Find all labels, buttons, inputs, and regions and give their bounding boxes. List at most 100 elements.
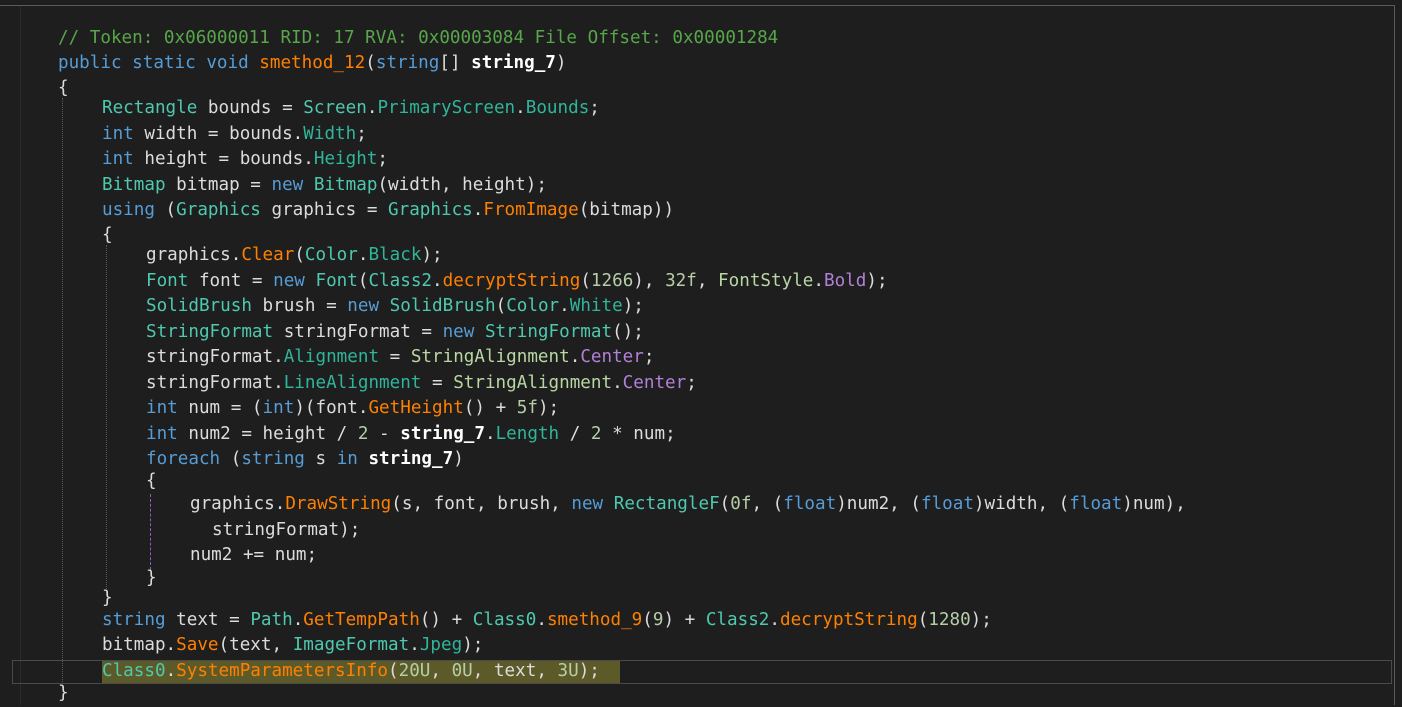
code-token: Center — [580, 347, 644, 367]
code-token: Class0 — [472, 610, 537, 630]
code-token: = — [421, 373, 454, 393]
code-token: bitmap. — [102, 635, 177, 655]
code-line[interactable]: graphics.Clear(Color.Black); — [146, 243, 443, 269]
code-token: 0f — [730, 494, 752, 514]
code-token: . — [366, 98, 378, 118]
code-line[interactable]: { — [102, 223, 113, 249]
code-token: num2 = height / — [177, 424, 358, 444]
code-token: float — [920, 494, 974, 514]
code-line[interactable]: foreach (string s in string_7) — [146, 447, 464, 473]
code-token: brush = — [251, 296, 348, 316]
gutter-line — [20, 6, 21, 705]
code-line[interactable]: stringFormat); — [212, 518, 360, 544]
code-token: 1266 — [590, 271, 634, 291]
code-token: ( — [642, 610, 653, 630]
code-token: * num; — [601, 424, 676, 444]
code-token: Length — [495, 424, 560, 444]
code-line[interactable]: public static void smethod_12(string[] s… — [58, 51, 567, 77]
code-token: . — [472, 200, 484, 220]
code-token: . — [536, 610, 547, 630]
code-line[interactable]: Rectangle bounds = Screen.PrimaryScreen.… — [102, 96, 600, 122]
code-token: ; — [686, 373, 697, 393]
code-token: stringFormat); — [212, 520, 361, 540]
code-token: Jpeg — [419, 635, 463, 655]
code-token: ( — [580, 271, 591, 291]
code-token: ( — [719, 494, 731, 514]
code-token: . — [769, 610, 780, 630]
code-line[interactable]: Font font = new Font(Class2.decryptStrin… — [146, 269, 888, 295]
code-token: } — [58, 683, 69, 703]
code-token: , ( — [751, 494, 784, 514]
code-token: float — [1069, 494, 1123, 514]
code-token: Bold — [823, 271, 867, 291]
code-line[interactable]: int width = bounds.Width; — [102, 122, 367, 148]
code-token: public — [58, 53, 133, 73]
code-token: 3U — [557, 661, 579, 681]
code-token: ( — [495, 296, 507, 316]
code-token: DrawString — [285, 494, 392, 514]
code-token: Font — [146, 271, 189, 291]
code-token: (); — [612, 322, 644, 342]
code-token: ) — [555, 53, 567, 73]
code-line[interactable]: int num = (int)(font.GetHeight() + 5f); — [146, 396, 559, 422]
code-token: height = bounds. — [133, 149, 314, 169]
code-line[interactable]: int height = bounds.Height; — [102, 147, 388, 173]
code-line[interactable]: StringFormat stringFormat = new StringFo… — [146, 320, 644, 346]
code-token: GetTempPath — [303, 610, 420, 630]
code-token: foreach — [146, 449, 221, 469]
code-editor[interactable]: // Token: 0x06000011 RID: 17 RVA: 0x0000… — [0, 0, 1402, 705]
code-line[interactable]: { — [146, 469, 157, 495]
code-token: ( — [220, 449, 242, 469]
code-token: ; — [356, 124, 367, 144]
code-token: smethod_9 — [546, 610, 643, 630]
code-token: new — [271, 175, 314, 195]
code-token: void — [206, 53, 260, 73]
code-token: // Token: 0x06000011 RID: 17 RVA: 0x0000… — [58, 28, 779, 48]
code-line[interactable]: stringFormat.Alignment = StringAlignment… — [146, 345, 654, 371]
code-line[interactable]: // Token: 0x06000011 RID: 17 RVA: 0x0000… — [58, 26, 778, 52]
code-line[interactable]: string text = Path.GetTempPath() + Class… — [102, 608, 992, 634]
code-token: Clear — [241, 245, 295, 265]
code-line[interactable]: SolidBrush brush = new SolidBrush(Color.… — [146, 294, 644, 320]
code-line[interactable]: graphics.DrawString(s, font, brush, new … — [190, 492, 1186, 518]
code-token: Bounds — [525, 98, 590, 118]
code-line[interactable]: stringFormat.LineAlignment = StringAlign… — [146, 371, 697, 397]
code-token: Graphics — [388, 200, 473, 220]
code-token: (text, — [218, 635, 293, 655]
code-token: (s, font, brush, — [391, 494, 572, 514]
code-token: } — [146, 568, 157, 588]
code-token: new — [571, 494, 614, 514]
code-token: new — [442, 322, 485, 342]
code-line[interactable]: bitmap.Save(text, ImageFormat.Jpeg); — [102, 633, 483, 659]
code-line[interactable]: } — [146, 566, 157, 592]
indent-guide — [106, 245, 107, 595]
code-line[interactable]: int num2 = height / 2 - string_7.Length … — [146, 422, 676, 448]
code-token: ; — [589, 98, 600, 118]
code-token: 5f — [516, 398, 538, 418]
code-token: int — [102, 149, 134, 169]
code-line[interactable]: } — [58, 681, 69, 707]
code-token: ); — [866, 271, 888, 291]
code-token: text = — [165, 610, 251, 630]
code-line[interactable]: { — [58, 76, 69, 102]
code-token: PrimaryScreen — [377, 98, 516, 118]
code-token: FontStyle — [718, 271, 814, 291]
code-token: , text, — [472, 661, 558, 681]
code-token: Bitmap — [102, 175, 166, 195]
code-token: decryptString — [442, 271, 581, 291]
code-token: RectangleF — [613, 494, 720, 514]
code-token: (bitmap)) — [578, 200, 675, 220]
code-line[interactable]: using (Graphics graphics = Graphics.From… — [102, 198, 674, 224]
code-token: smethod_12 — [259, 53, 366, 73]
code-token: . — [292, 610, 304, 630]
code-token: 2 — [357, 424, 369, 444]
code-line[interactable]: Bitmap bitmap = new Bitmap(width, height… — [102, 173, 547, 199]
code-token: ), — [633, 271, 666, 291]
code-token: new — [273, 271, 316, 291]
code-token: Center — [622, 373, 687, 393]
right-divider — [1394, 5, 1395, 705]
code-token: ( — [357, 271, 369, 291]
code-token: in — [336, 449, 369, 469]
code-line[interactable]: num2 += num; — [190, 543, 317, 569]
code-line[interactable]: Class0.SystemParametersInfo(20U, 0U, tex… — [102, 659, 600, 685]
